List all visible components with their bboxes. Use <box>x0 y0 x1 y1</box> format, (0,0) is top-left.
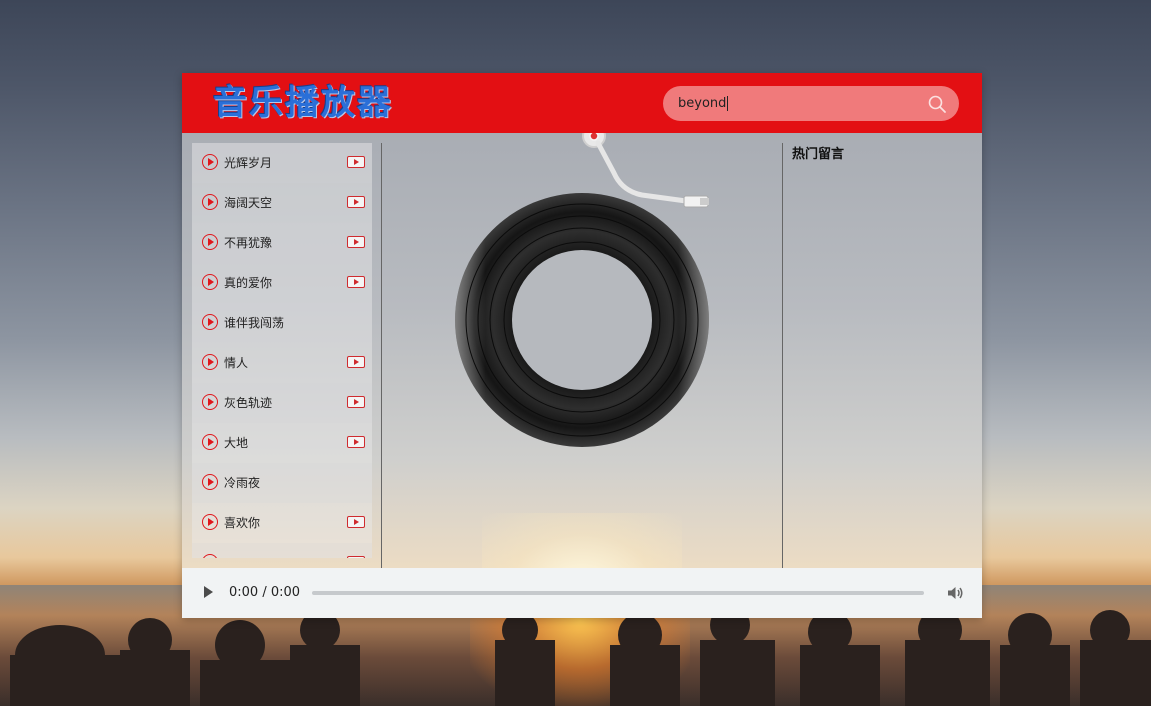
volume-icon[interactable] <box>946 584 964 602</box>
turntable <box>455 133 709 447</box>
mv-video-icon[interactable] <box>347 196 365 208</box>
song-list[interactable]: 光辉岁月 海阔天空 不再犹豫 真的爱你 谁伴我闯荡 情人 灰色轨迹 大地 冷雨夜… <box>192 143 372 558</box>
search-box[interactable]: beyond <box>663 86 959 121</box>
song-name[interactable]: 不再犹豫 <box>224 223 272 263</box>
song-name[interactable]: 灰色轨迹 <box>224 383 272 423</box>
list-item[interactable]: 情人 <box>192 343 372 383</box>
main-area: 光辉岁月 海阔天空 不再犹豫 真的爱你 谁伴我闯荡 情人 灰色轨迹 大地 冷雨夜… <box>182 133 982 568</box>
play-circle-icon[interactable] <box>202 514 218 530</box>
list-item[interactable]: 谁伴我闯荡 <box>192 303 372 343</box>
sun-glow <box>482 513 682 568</box>
play-circle-icon[interactable] <box>202 554 218 558</box>
list-item[interactable]: 大地 <box>192 423 372 463</box>
left-divider <box>381 143 382 568</box>
background-crowd <box>10 610 1151 706</box>
song-name[interactable]: 大地 <box>224 423 248 463</box>
list-item[interactable]: 真的爱你 <box>192 263 372 303</box>
play-circle-icon[interactable] <box>202 434 218 450</box>
audio-controls: 0:00 / 0:00 <box>182 568 982 618</box>
time-display: 0:00 / 0:00 <box>229 585 301 600</box>
mv-video-icon[interactable] <box>347 436 365 448</box>
progress-bar[interactable] <box>312 591 924 595</box>
comments-title: 热门留言 <box>792 147 845 162</box>
song-name[interactable]: 真的爱你 <box>224 263 272 303</box>
mv-video-icon[interactable] <box>347 156 365 168</box>
mv-video-icon[interactable] <box>347 276 365 288</box>
mv-video-icon[interactable] <box>347 556 365 558</box>
list-item[interactable]: 灰色轨迹 <box>192 383 372 423</box>
song-name[interactable]: 情人 <box>224 343 248 383</box>
song-name[interactable]: 光辉岁月 <box>224 143 272 183</box>
mv-video-icon[interactable] <box>347 356 365 368</box>
music-player-window: 音乐播放器 beyond 光辉岁月 海阔天空 不再犹豫 真的爱你 谁伴我闯荡 情… <box>182 73 982 618</box>
list-item[interactable]: 光辉岁月 <box>192 143 372 183</box>
play-circle-icon[interactable] <box>202 474 218 490</box>
vinyl-disc <box>455 193 709 447</box>
list-item-partial[interactable] <box>192 543 372 558</box>
text-caret <box>727 96 729 111</box>
play-circle-icon[interactable] <box>202 194 218 210</box>
play-circle-icon[interactable] <box>202 314 218 330</box>
play-circle-icon[interactable] <box>202 274 218 290</box>
play-circle-icon[interactable] <box>202 354 218 370</box>
search-icon[interactable] <box>927 94 947 114</box>
play-circle-icon[interactable] <box>202 394 218 410</box>
mv-video-icon[interactable] <box>347 396 365 408</box>
right-divider <box>782 143 783 568</box>
list-item[interactable]: 喜欢你 <box>192 503 372 543</box>
mv-video-icon[interactable] <box>347 516 365 528</box>
list-item[interactable]: 不再犹豫 <box>192 223 372 263</box>
song-name[interactable]: 喜欢你 <box>224 503 260 543</box>
header-bar: 音乐播放器 beyond <box>182 73 982 133</box>
search-input[interactable]: beyond <box>678 86 729 121</box>
mv-video-icon[interactable] <box>347 236 365 248</box>
song-name[interactable]: 谁伴我闯荡 <box>224 303 284 343</box>
play-icon[interactable] <box>204 586 213 598</box>
play-circle-icon[interactable] <box>202 234 218 250</box>
play-circle-icon[interactable] <box>202 154 218 170</box>
list-item[interactable]: 冷雨夜 <box>192 463 372 503</box>
song-name[interactable]: 冷雨夜 <box>224 463 260 503</box>
list-item[interactable]: 海阔天空 <box>192 183 372 223</box>
song-name[interactable]: 海阔天空 <box>224 183 272 223</box>
app-title: 音乐播放器 <box>213 83 393 123</box>
